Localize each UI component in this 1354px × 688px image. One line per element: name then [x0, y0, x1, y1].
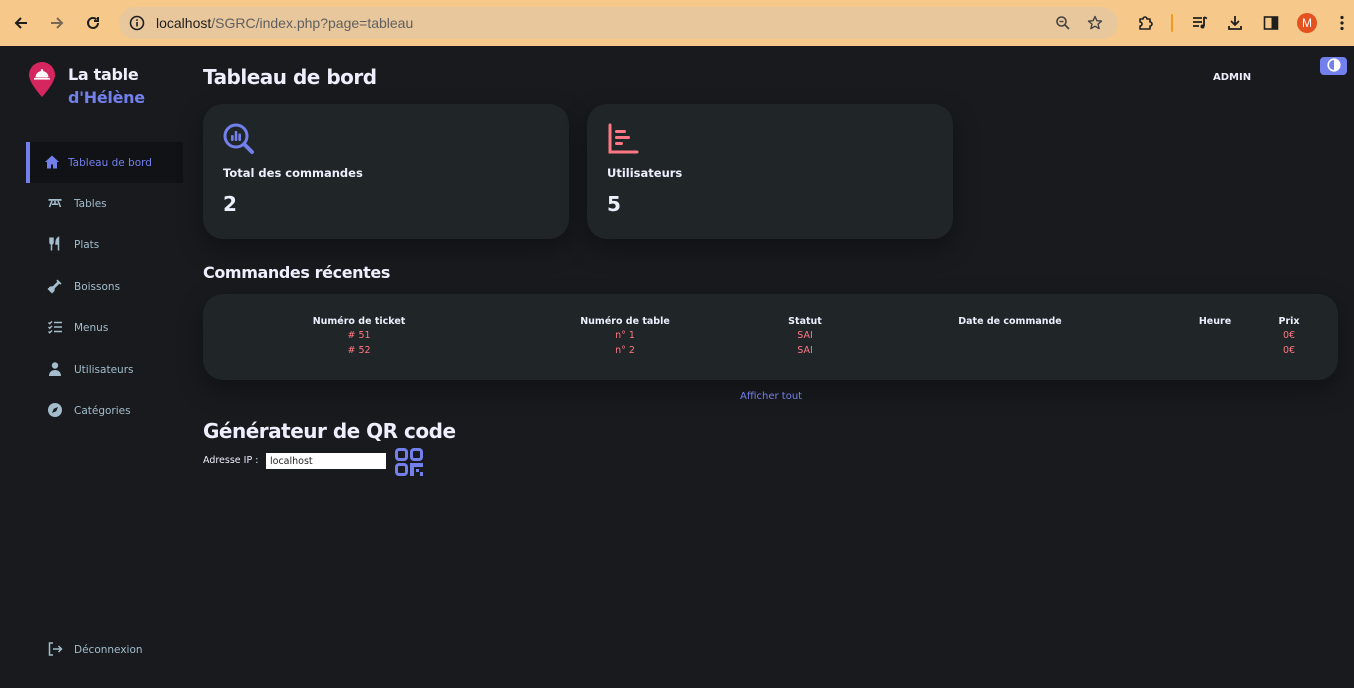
user-icon	[46, 360, 64, 378]
user-role-label: ADMIN	[1213, 72, 1252, 83]
extensions-icon[interactable]	[1134, 11, 1158, 35]
cell-status: SAI	[797, 345, 813, 356]
logo-pin-icon	[28, 62, 56, 102]
forward-icon[interactable]	[45, 11, 69, 35]
table-icon	[46, 194, 64, 212]
card-value: 5	[607, 192, 621, 216]
analytics-search-icon	[223, 123, 255, 159]
show-all-link[interactable]: Afficher tout	[740, 391, 802, 402]
card-users: Utilisateurs 5	[587, 104, 953, 239]
media-control-icon[interactable]	[1188, 11, 1212, 35]
sidebar-item-menus[interactable]: Menus	[26, 307, 183, 348]
site-info-icon[interactable]	[127, 13, 147, 33]
compass-icon	[46, 401, 64, 419]
sidebar-item-label: Boissons	[74, 280, 121, 293]
column-header-status: Statut	[788, 316, 822, 327]
profile-avatar[interactable]: M	[1297, 13, 1317, 33]
cell-ticket: # 51	[347, 330, 371, 341]
column-header-price: Prix	[1278, 316, 1300, 327]
side-panel-icon[interactable]	[1259, 11, 1283, 35]
url-text: localhost/SGRC/index.php?page=tableau	[156, 14, 413, 32]
url-host: localhost	[156, 15, 212, 31]
sidebar-item-label: Tableau de bord	[68, 156, 152, 169]
sidebar: La table d'Hélène Tableau de bord Tables…	[0, 46, 185, 688]
sidebar-item-label: Plats	[74, 238, 100, 251]
logout-button[interactable]: Déconnexion	[26, 629, 183, 670]
cell-price: 0€	[1282, 330, 1296, 341]
contrast-icon	[1326, 57, 1341, 76]
qr-code-icon	[395, 448, 423, 480]
bookmark-star-icon[interactable]	[1083, 11, 1107, 35]
browser-toolbar: localhost/SGRC/index.php?page=tableau M	[0, 0, 1354, 46]
cell-status: SAI	[797, 330, 813, 341]
column-header-ticket: Numéro de ticket	[312, 316, 406, 327]
home-icon	[43, 153, 61, 171]
bar-list-icon	[607, 123, 639, 159]
download-icon[interactable]	[1223, 11, 1247, 35]
reload-icon[interactable]	[81, 11, 105, 35]
url-path: /SGRC/index.php?page=tableau	[211, 15, 414, 31]
cell-ticket: # 52	[347, 345, 371, 356]
qr-generator-title: Générateur de QR code	[203, 419, 456, 443]
ip-address-label: Adresse IP :	[203, 455, 259, 466]
card-label: Utilisateurs	[607, 166, 683, 180]
generate-qr-button[interactable]	[395, 448, 423, 476]
recent-orders-title: Commandes récentes	[203, 263, 390, 282]
sidebar-item-categories[interactable]: Catégories	[26, 390, 183, 431]
theme-toggle-button[interactable]	[1320, 57, 1347, 75]
page-title: Tableau de bord	[203, 65, 377, 89]
menu-kebab-icon[interactable]	[1330, 11, 1354, 35]
sidebar-item-utilisateurs[interactable]: Utilisateurs	[26, 349, 183, 390]
card-value: 2	[223, 192, 237, 216]
sidebar-item-label: Tables	[74, 197, 107, 210]
card-total-orders: Total des commandes 2	[203, 104, 569, 239]
sidebar-item-label: Utilisateurs	[74, 363, 134, 376]
logout-label: Déconnexion	[74, 643, 143, 656]
address-bar[interactable]: localhost/SGRC/index.php?page=tableau	[119, 7, 1118, 39]
cell-table: n° 2	[615, 345, 635, 356]
sidebar-item-label: Menus	[74, 321, 109, 334]
column-header-date: Date de commande	[958, 316, 1062, 327]
back-icon[interactable]	[9, 11, 33, 35]
sidebar-item-boissons[interactable]: Boissons	[26, 266, 183, 307]
sidebar-item-tables[interactable]: Tables	[26, 183, 183, 224]
column-header-table: Numéro de table	[580, 316, 670, 327]
cutlery-icon	[46, 235, 64, 253]
logo-title: La table	[68, 65, 139, 84]
column-header-time: Heure	[1198, 316, 1232, 327]
cell-price: 0€	[1282, 345, 1296, 356]
ip-address-input[interactable]	[266, 453, 386, 469]
zoom-icon[interactable]	[1051, 11, 1075, 35]
bottle-icon	[46, 277, 64, 295]
sidebar-item-tableau-de-bord[interactable]: Tableau de bord	[26, 142, 183, 183]
cell-table: n° 1	[615, 330, 635, 341]
logout-icon	[46, 640, 64, 658]
checklist-icon	[46, 318, 64, 336]
sidebar-item-plats[interactable]: Plats	[26, 224, 183, 265]
logo-subtitle: d'Hélène	[68, 88, 145, 107]
toolbar-divider	[1171, 14, 1173, 32]
recent-orders-table: Numéro de ticket Numéro de table Statut …	[203, 294, 1338, 380]
sidebar-item-label: Catégories	[74, 404, 131, 417]
card-label: Total des commandes	[223, 166, 363, 180]
